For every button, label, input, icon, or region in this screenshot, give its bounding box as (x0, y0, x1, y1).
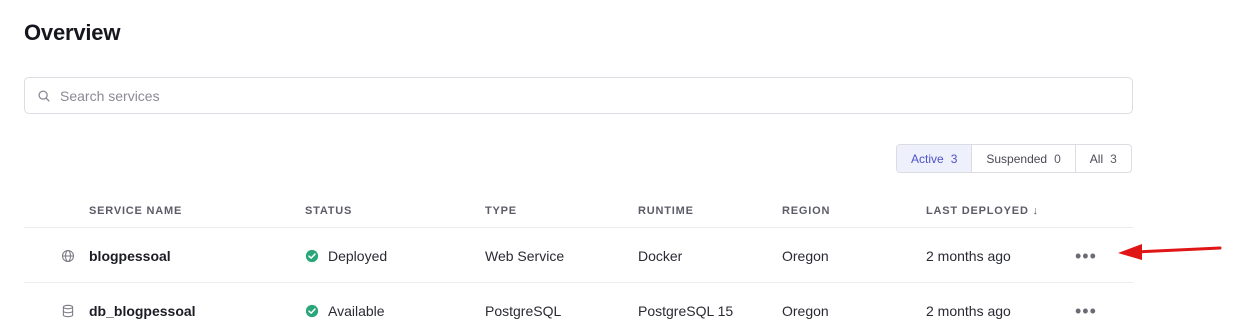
column-header-last-deployed[interactable]: LAST DEPLOYED ↓ (926, 205, 1039, 217)
divider (24, 282, 1133, 283)
service-runtime: Docker (638, 248, 683, 264)
column-header-service-name: SERVICE NAME (89, 205, 183, 217)
service-type: Web Service (485, 248, 565, 264)
filter-active[interactable]: Active 3 (897, 145, 973, 172)
column-header-status: STATUS (305, 205, 353, 217)
page-title: Overview (24, 20, 121, 45)
last-deployed: 2 months ago (926, 303, 1011, 319)
check-circle-icon (305, 304, 319, 318)
status-badge: Deployed (305, 248, 387, 264)
database-icon (62, 304, 74, 318)
annotation-arrow-icon (1118, 244, 1222, 260)
search-icon (38, 89, 50, 102)
filter-count: 0 (1054, 151, 1061, 166)
service-type: PostgreSQL (485, 303, 562, 319)
service-region: Oregon (782, 248, 829, 264)
filter-label: Suspended (986, 151, 1048, 166)
last-deployed: 2 months ago (926, 248, 1011, 264)
service-name-link[interactable]: db_blogpessoal (89, 303, 196, 319)
status-text: Deployed (328, 248, 388, 264)
service-runtime: PostgreSQL 15 (638, 303, 734, 319)
more-options-button[interactable]: ••• (1075, 247, 1097, 265)
filter-count: 3 (1110, 151, 1117, 166)
search-box[interactable] (24, 77, 1133, 114)
filter-label: All (1089, 151, 1104, 166)
more-options-button[interactable]: ••• (1075, 302, 1097, 320)
filter-label: Active (911, 151, 944, 166)
divider (24, 227, 1133, 228)
status-filter: Active 3 Suspended 0 All 3 (896, 144, 1132, 173)
status-badge: Available (305, 303, 385, 319)
filter-all[interactable]: All 3 (1076, 145, 1131, 172)
service-region: Oregon (782, 303, 829, 319)
status-text: Available (328, 303, 385, 319)
service-name-link[interactable]: blogpessoal (89, 248, 171, 264)
column-header-region: REGION (782, 205, 831, 217)
filter-suspended[interactable]: Suspended 0 (972, 145, 1076, 172)
search-input[interactable] (60, 87, 1060, 104)
check-circle-icon (305, 249, 319, 263)
column-header-runtime: RUNTIME (638, 205, 694, 217)
globe-icon (61, 249, 75, 263)
column-header-type: TYPE (485, 205, 517, 217)
filter-count: 3 (950, 151, 958, 166)
